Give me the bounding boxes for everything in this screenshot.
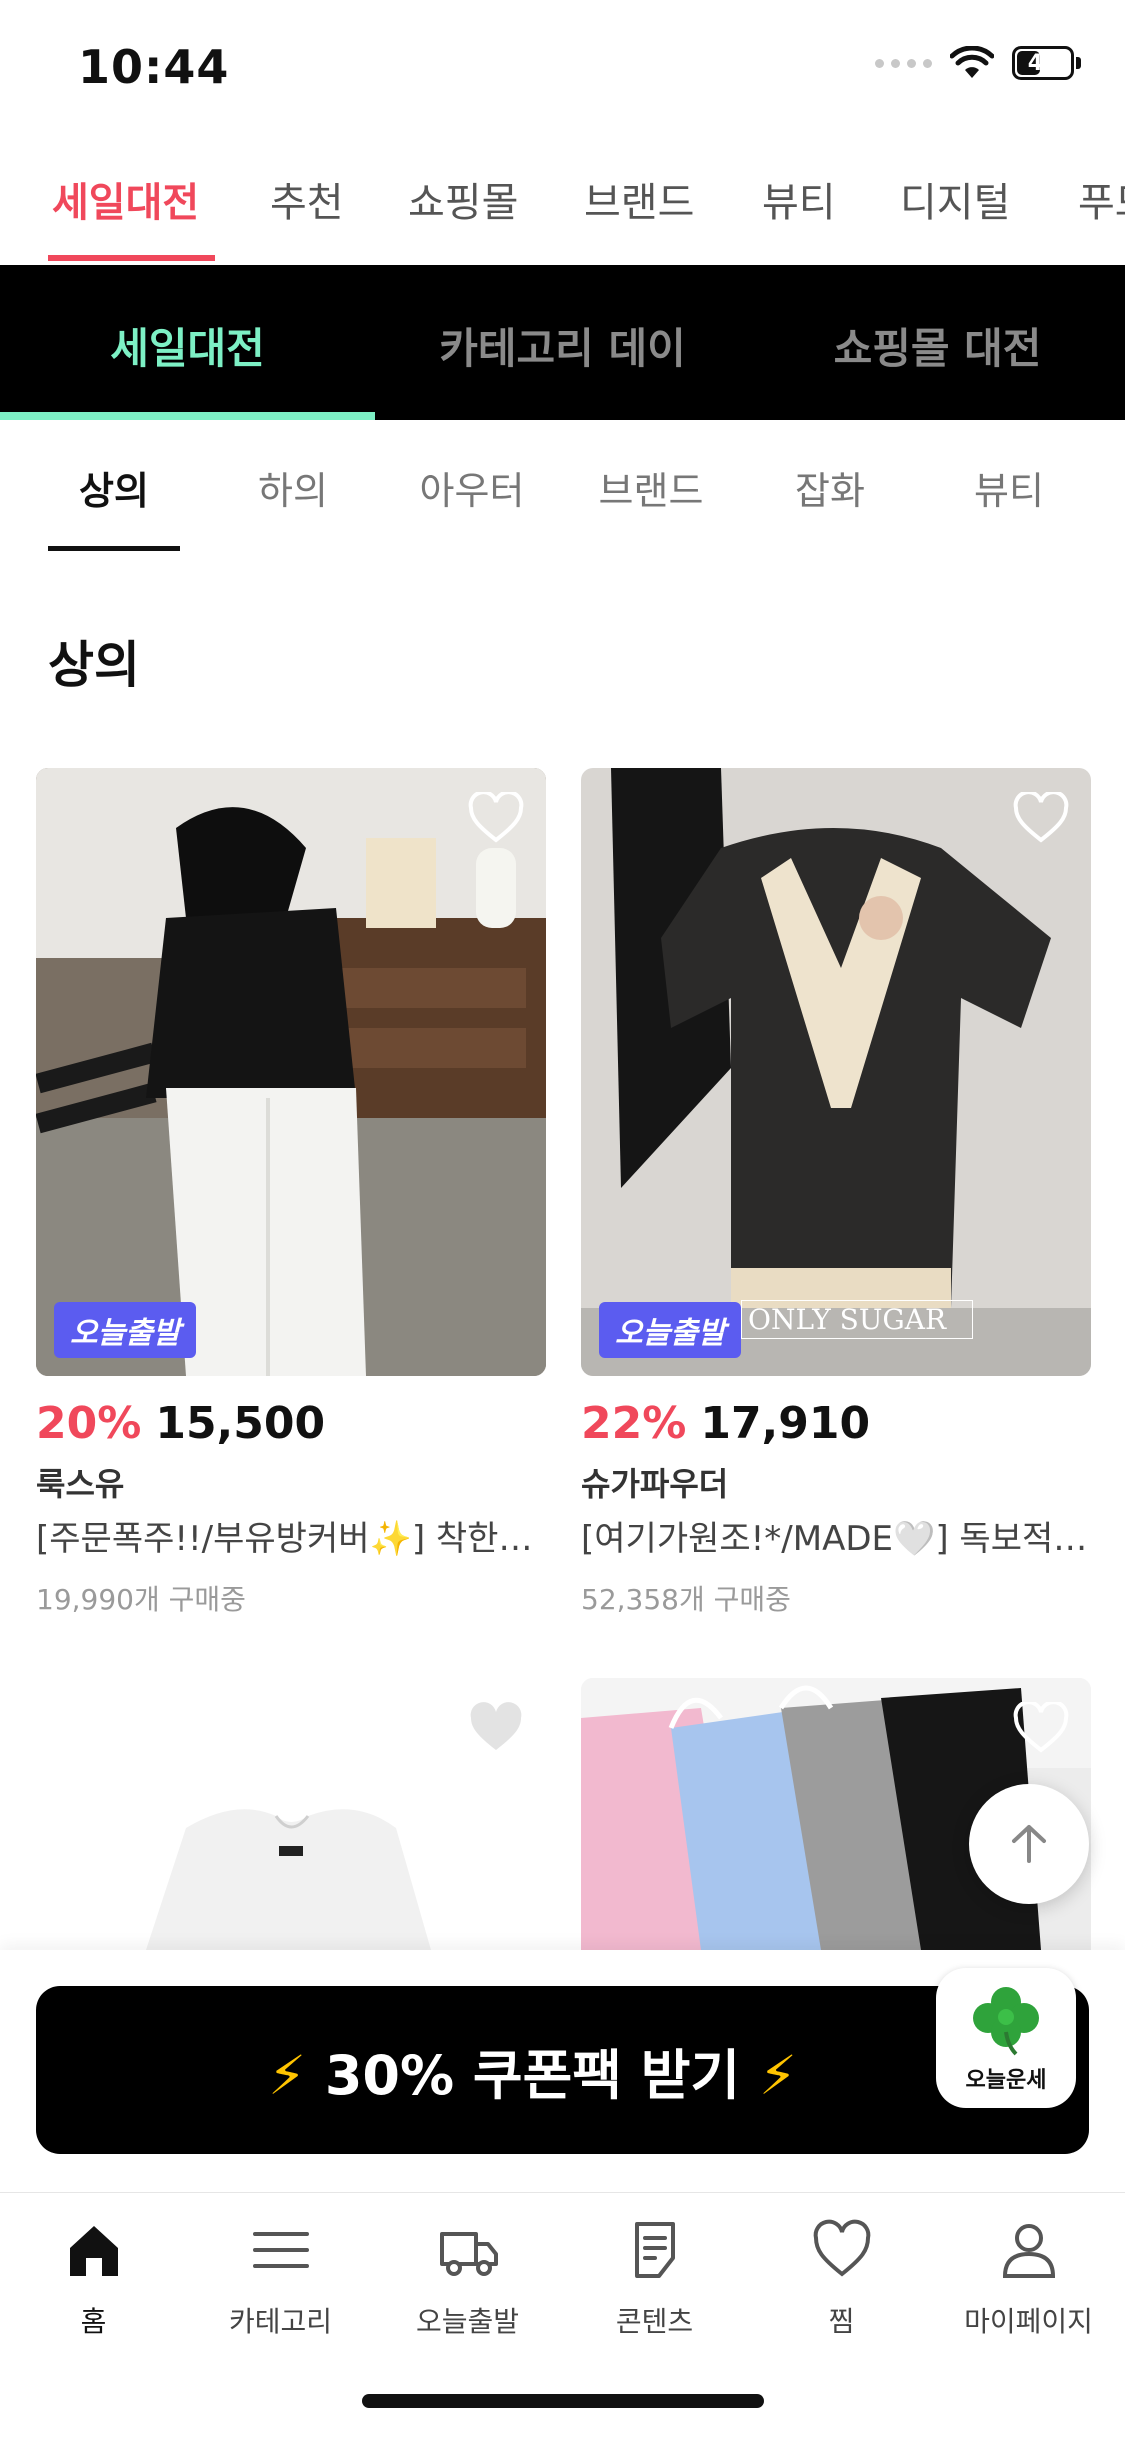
category-tab-brand[interactable]: 브랜드 — [561, 460, 741, 515]
top-nav: 세일대전 추천 쇼핑몰 브랜드 뷰티 디지털 푸드 — [0, 150, 1125, 266]
nav-mypage[interactable]: 마이페이지 — [935, 2218, 1122, 2340]
nav-category[interactable]: 카테고리 — [187, 2218, 374, 2340]
buyer-count: 19,990개 구매중 — [36, 1583, 246, 1616]
nav-label: 홈 — [80, 2305, 107, 2338]
product-card[interactable] — [36, 1678, 546, 1950]
heart-icon — [813, 2219, 870, 2277]
signal-icon — [875, 58, 932, 68]
nav-label: 오늘출발 — [415, 2305, 520, 2338]
lightning-icon: ⚡ — [268, 2043, 307, 2107]
category-tab-beauty[interactable]: 뷰티 — [919, 460, 1099, 515]
coupon-area: ⚡ 30% 쿠폰팩 받기 ⚡ 오늘운세 — [0, 1950, 1125, 2192]
product-card[interactable]: ONLY SUGAR 오늘출발 22% 17,910 슈가파우더 [여기가원조!… — [581, 768, 1091, 1618]
heart-icon[interactable] — [468, 792, 524, 844]
fortune-button[interactable]: 오늘운세 — [936, 1968, 1076, 2108]
top-tab-sale[interactable]: 세일대전 — [52, 170, 199, 228]
today-shipping-badge: 오늘출발 — [599, 1302, 742, 1358]
home-icon — [69, 2226, 118, 2276]
top-tab-brand[interactable]: 브랜드 — [584, 170, 694, 228]
home-indicator — [362, 2394, 764, 2408]
nav-label: 마이페이지 — [964, 2305, 1093, 2338]
category-tab-tops[interactable]: 상의 — [24, 460, 204, 515]
nav-label: 찜 — [828, 2305, 855, 2338]
discount-rate: 20% — [36, 1398, 142, 1449]
document-icon — [634, 2222, 675, 2278]
product-image[interactable] — [36, 1678, 546, 1950]
price: 15,500 — [155, 1398, 326, 1449]
nav-label: 카테고리 — [228, 2305, 333, 2338]
banner-tab-category-day[interactable]: 카테고리 데이 — [375, 315, 750, 376]
status-time: 10:44 — [78, 40, 230, 94]
status-icons: 44 — [875, 46, 1081, 80]
banner-tab-mall-sale[interactable]: 쇼핑몰 대전 — [750, 315, 1125, 376]
sale-banner: 세일대전 카테고리 데이 쇼핑몰 대전 — [0, 265, 1125, 420]
image-text: ONLY SUGAR — [741, 1300, 974, 1339]
top-tab-recommend[interactable]: 추천 — [270, 170, 344, 228]
banner-tab-indicator — [0, 412, 375, 420]
top-tab-shoppingmall[interactable]: 쇼핑몰 — [408, 170, 518, 228]
menu-icon — [252, 2232, 309, 2268]
heart-icon[interactable] — [1013, 792, 1069, 844]
top-tab-beauty[interactable]: 뷰티 — [762, 170, 836, 228]
nav-today-shipping[interactable]: 오늘출발 — [374, 2218, 561, 2340]
product-title[interactable]: [여기가원조!*/MADE🤍] 독보적인 카라 가디건 — [581, 1511, 1091, 1560]
category-tabs: 상의 하의 아우터 브랜드 잡화 뷰티 — [0, 420, 1125, 551]
coupon-label: 30% 쿠폰팩 받기 — [324, 2043, 741, 2107]
nav-home[interactable]: 홈 — [0, 2218, 187, 2340]
product-title[interactable]: [주문폭주!!/부유방커버✨] 착한가격 플리츠 블라우스 — [36, 1511, 546, 1560]
nav-contents[interactable]: 콘텐츠 — [561, 2218, 748, 2340]
coupon-button[interactable]: ⚡ 30% 쿠폰팩 받기 ⚡ — [36, 1986, 1089, 2154]
price: 17,910 — [700, 1398, 871, 1449]
category-tab-bottoms[interactable]: 하의 — [203, 460, 383, 515]
product-photo — [36, 768, 546, 1376]
shop-name[interactable]: 룩스유 — [36, 1459, 546, 1505]
top-tab-food[interactable]: 푸드 — [1078, 170, 1125, 228]
section-title: 상의 — [48, 636, 140, 694]
heart-icon[interactable] — [1013, 1702, 1069, 1754]
banner-tab-sale[interactable]: 세일대전 — [0, 315, 375, 376]
shop-name[interactable]: 슈가파우더 — [581, 1459, 1091, 1505]
user-icon — [1002, 2224, 1055, 2278]
wifi-icon — [950, 46, 994, 78]
scroll-to-top-button[interactable] — [969, 1784, 1089, 1904]
truck-icon — [439, 2232, 498, 2276]
product-image[interactable]: 오늘출발 — [36, 768, 546, 1376]
product-image[interactable]: ONLY SUGAR 오늘출발 — [581, 768, 1091, 1376]
battery-level: 44 — [1027, 50, 1059, 76]
heart-icon[interactable] — [468, 1702, 524, 1754]
top-tab-digital[interactable]: 디지털 — [900, 170, 1010, 228]
category-tab-indicator — [48, 546, 180, 551]
product-card[interactable]: 오늘출발 20% 15,500 룩스유 [주문폭주!!/부유방커버✨] 착한가격… — [36, 768, 546, 1618]
four-leaf-clover-icon — [973, 1987, 1039, 2056]
lightning-icon: ⚡ — [758, 2043, 797, 2107]
buyer-count: 52,358개 구매중 — [581, 1583, 791, 1616]
arrow-up-icon — [1012, 1825, 1046, 1863]
top-tab-indicator — [48, 255, 215, 261]
category-tab-outer[interactable]: 아우터 — [382, 460, 562, 515]
product-photo — [581, 768, 1091, 1376]
fortune-label: 오늘운세 — [965, 2068, 1047, 2093]
battery-icon: 44 — [1012, 46, 1081, 80]
category-tab-accessories[interactable]: 잡화 — [740, 460, 920, 515]
nav-wishlist[interactable]: 찜 — [748, 2218, 935, 2340]
discount-rate: 22% — [581, 1398, 687, 1449]
today-shipping-badge: 오늘출발 — [54, 1302, 197, 1358]
nav-label: 콘텐츠 — [615, 2305, 694, 2338]
